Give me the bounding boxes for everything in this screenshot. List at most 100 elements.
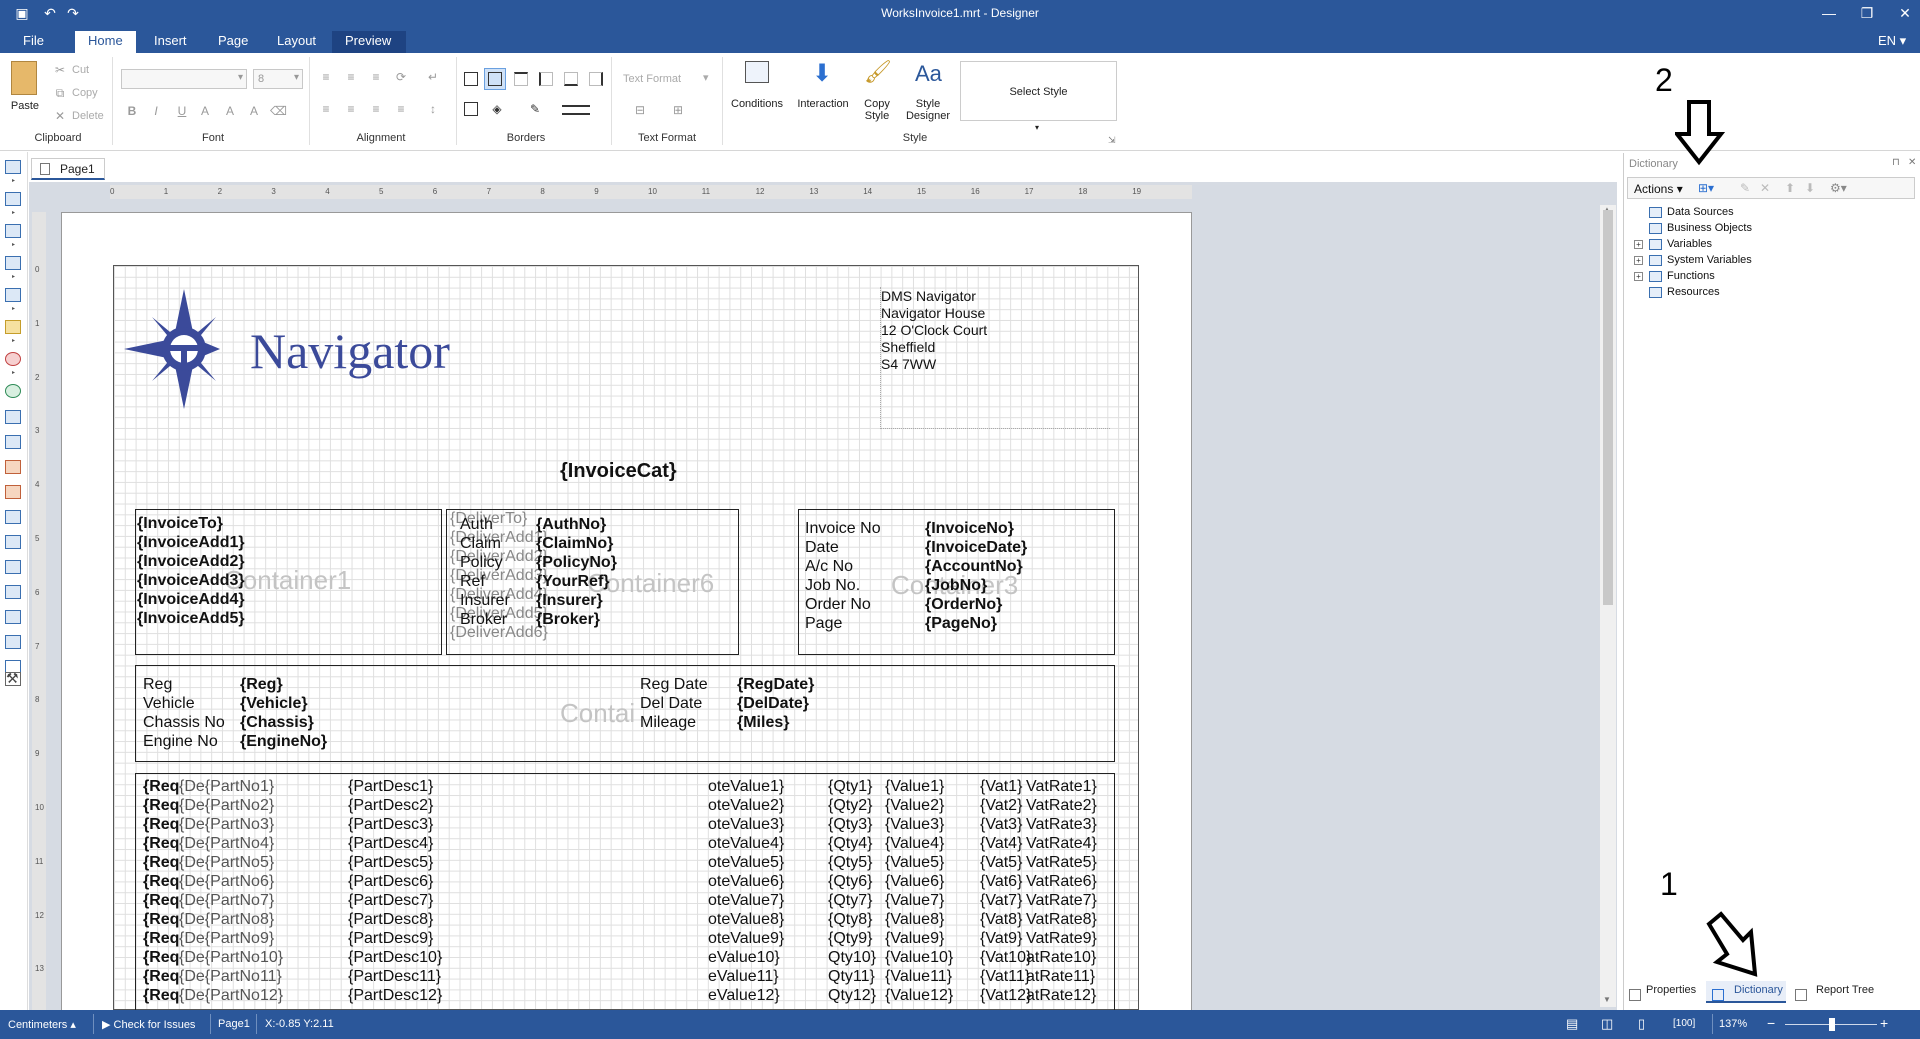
row-rate-field[interactable]: VatRate9} xyxy=(1026,929,1097,948)
row-qty-field[interactable]: {Qty4} xyxy=(828,834,872,853)
row-part-field[interactable]: {De{PartNo6} xyxy=(179,872,274,891)
row-rate-field[interactable]: VatRate7} xyxy=(1026,891,1097,910)
actions-menu[interactable]: Actions ▾ xyxy=(1634,182,1683,196)
left-border-icon[interactable] xyxy=(539,72,553,86)
table-row[interactable]: {Req {De{PartNo5} {PartDesc5} oteValue5} {Qt… xyxy=(138,853,1113,872)
align-left-icon[interactable]: ≡ xyxy=(318,101,334,117)
vehicle-date-field[interactable]: {Miles} xyxy=(737,713,789,732)
row-vat-field[interactable]: {Vat5} xyxy=(980,853,1022,872)
row-req-field[interactable]: {Req xyxy=(143,910,179,929)
shrink-font-icon[interactable]: A xyxy=(246,103,262,119)
invoice-category-field[interactable]: {InvoiceCat} xyxy=(560,461,677,481)
row-desc-field[interactable]: {PartDesc1} xyxy=(348,777,433,796)
invoice-to-field[interactable]: {InvoiceAdd4} xyxy=(137,590,245,609)
invoice-info-field[interactable]: {JobNo} xyxy=(925,576,987,595)
move-up-icon[interactable]: ⬆ xyxy=(1785,181,1795,195)
row-desc-field[interactable]: {PartDesc4} xyxy=(348,834,433,853)
shape-tool-icon[interactable] xyxy=(5,288,21,302)
row-part-field[interactable]: {De{PartNo9} xyxy=(179,929,274,948)
row-rate-field[interactable]: VatRate5} xyxy=(1026,853,1097,872)
row-val-field[interactable]: oteValue2} xyxy=(708,796,784,815)
row-desc-field[interactable]: {PartDesc8} xyxy=(348,910,433,929)
row-req-field[interactable]: {Req xyxy=(143,834,179,853)
row-value-field[interactable]: {Value5} xyxy=(885,853,944,872)
row-desc-field[interactable]: {PartDesc10} xyxy=(348,948,442,967)
tab-page[interactable]: Page xyxy=(205,31,261,53)
row-val-field[interactable]: oteValue8} xyxy=(708,910,784,929)
row-desc-field[interactable]: {PartDesc12} xyxy=(348,986,442,1005)
gauge-tool-icon[interactable] xyxy=(5,352,21,366)
invoice-info-field[interactable]: {AccountNo} xyxy=(925,557,1023,576)
restore-icon[interactable]: ❐ xyxy=(1858,4,1876,22)
auth-value-field[interactable]: {Insurer} xyxy=(536,591,603,610)
tab-preview[interactable]: Preview xyxy=(332,31,406,53)
row-req-field[interactable]: {Req xyxy=(143,929,179,948)
line-spacing-icon[interactable]: ↕ xyxy=(425,101,441,117)
row-vat-field[interactable]: {Vat8} xyxy=(980,910,1022,929)
table-row[interactable]: {Req {De{PartNo11} {PartDesc11} eValue11} Qt… xyxy=(138,967,1113,986)
top-border-icon[interactable] xyxy=(514,72,528,86)
expand-arrow-icon[interactable]: ▸ xyxy=(12,177,15,184)
row-part-field[interactable]: {De{PartNo8} xyxy=(179,910,274,929)
row-val-field[interactable]: oteValue3} xyxy=(708,815,784,834)
text-format-combo[interactable]: Text Format xyxy=(623,73,681,85)
auth-value-field[interactable]: {PolicyNo} xyxy=(536,553,617,572)
row-qty-field[interactable]: {Qty1} xyxy=(828,777,872,796)
tree-expand-icon[interactable]: + xyxy=(1634,272,1643,281)
row-desc-field[interactable]: {PartDesc11} xyxy=(348,967,441,986)
vehicle-field[interactable]: {Chassis} xyxy=(240,713,314,732)
row-rate-field[interactable]: VatRate6} xyxy=(1026,872,1097,891)
auth-value-field[interactable]: {AuthNo} xyxy=(536,515,606,534)
expand-arrow-icon[interactable]: ▸ xyxy=(12,273,15,280)
row-part-field[interactable]: {De{PartNo11} xyxy=(179,967,282,986)
zoom-100-icon[interactable]: [100] xyxy=(1673,1018,1695,1029)
row-part-field[interactable]: {De{PartNo7} xyxy=(179,891,274,910)
language-selector[interactable]: EN ▾ xyxy=(1878,31,1906,53)
style-designer-button-line1[interactable]: Style xyxy=(904,98,952,110)
settings-tool-icon[interactable]: ⚒ xyxy=(6,670,19,687)
row-rate-field[interactable]: atRate12} xyxy=(1026,986,1096,1005)
row-value-field[interactable]: {Value12} xyxy=(885,986,953,1005)
auth-value-field[interactable]: {ClaimNo} xyxy=(536,534,613,553)
tab-report-tree[interactable]: Report Tree xyxy=(1816,980,1874,1000)
row-vat-field[interactable]: {Vat6} xyxy=(980,872,1022,891)
row-vat-field[interactable]: {Vat10} xyxy=(980,948,1031,967)
copy-style-button-line2[interactable]: Style xyxy=(860,110,894,122)
invoice-to-field[interactable]: {InvoiceAdd3} xyxy=(137,571,245,590)
row-vat-field[interactable]: {Vat11} xyxy=(980,967,1030,986)
row-req-field[interactable]: {Req xyxy=(143,986,179,1005)
row-vat-field[interactable]: {Vat2} xyxy=(980,796,1022,815)
row-value-field[interactable]: {Value9} xyxy=(885,929,944,948)
interaction-button[interactable]: Interaction xyxy=(795,98,851,110)
page-tab[interactable]: Page1 xyxy=(31,158,105,180)
row-rate-field[interactable]: VatRate8} xyxy=(1026,910,1097,929)
font-name-combo[interactable] xyxy=(121,69,247,89)
style-gallery-more-icon[interactable]: ▾ xyxy=(1035,123,1039,132)
row-part-field[interactable]: {De{PartNo10} xyxy=(179,948,283,967)
row-rate-field[interactable]: atRate10} xyxy=(1026,948,1096,967)
invoice-to-field[interactable]: {InvoiceAdd5} xyxy=(137,609,245,628)
row-qty-field[interactable]: {Qty8} xyxy=(828,910,872,929)
tree-item-system-variables[interactable]: System Variables xyxy=(1667,254,1752,266)
align-right-icon[interactable]: ≡ xyxy=(368,101,384,117)
align-top-icon[interactable]: ≡ xyxy=(318,69,334,85)
table-row[interactable]: {Req {De{PartNo7} {PartDesc7} oteValue7} {Qt… xyxy=(138,891,1113,910)
row-value-field[interactable]: {Value6} xyxy=(885,872,944,891)
row-desc-field[interactable]: {PartDesc3} xyxy=(348,815,433,834)
panel-close-icon[interactable]: ✕ xyxy=(1908,157,1916,168)
row-qty-field[interactable]: {Qty7} xyxy=(828,891,872,910)
vehicle-date-field[interactable]: {RegDate} xyxy=(737,675,814,694)
clone-tool-icon[interactable] xyxy=(5,535,21,549)
invoice-to-field[interactable]: {InvoiceTo} xyxy=(137,514,223,533)
row-qty-field[interactable]: {Qty6} xyxy=(828,872,872,891)
rotate-text-icon[interactable]: ⟳ xyxy=(393,69,409,85)
window-tool-icon[interactable] xyxy=(5,585,21,599)
table-row[interactable]: {Req {De{PartNo1} {PartDesc1} oteValue1} {Qt… xyxy=(138,777,1113,796)
expand-arrow-icon[interactable]: ▸ xyxy=(12,209,15,216)
row-rate-field[interactable]: VatRate3} xyxy=(1026,815,1097,834)
row-qty-field[interactable]: {Qty2} xyxy=(828,796,872,815)
row-val-field[interactable]: eValue10} xyxy=(708,948,780,967)
row-value-field[interactable]: {Value2} xyxy=(885,796,944,815)
row-req-field[interactable]: {Req xyxy=(143,872,179,891)
all-borders-icon[interactable] xyxy=(464,72,478,86)
